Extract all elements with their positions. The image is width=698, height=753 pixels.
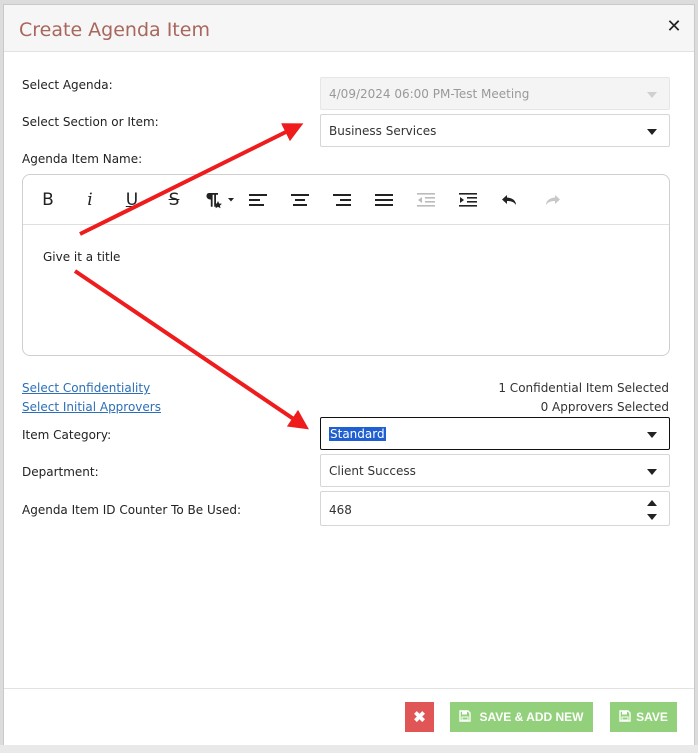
item-category-label: Item Category: bbox=[22, 428, 112, 442]
chevron-down-icon bbox=[647, 469, 657, 475]
justify-icon[interactable] bbox=[371, 187, 397, 213]
save-and-add-new-label: SAVE & ADD NEW bbox=[479, 710, 584, 724]
save-button[interactable]: SAVE bbox=[610, 702, 677, 732]
select-confidentiality-link[interactable]: Select Confidentiality bbox=[22, 381, 150, 395]
save-icon bbox=[459, 709, 472, 725]
dialog-title: Create Agenda Item bbox=[19, 19, 210, 41]
paragraph-format-icon[interactable] bbox=[201, 187, 237, 213]
background-strip bbox=[0, 745, 698, 753]
create-agenda-item-dialog: Create Agenda Item ✕ Select Agenda: 4/09… bbox=[3, 4, 695, 746]
item-category-dropdown[interactable]: Standard bbox=[320, 417, 670, 450]
italic-icon[interactable]: i bbox=[77, 187, 103, 213]
save-and-add-new-button[interactable]: SAVE & ADD NEW bbox=[450, 702, 593, 732]
increment-icon[interactable] bbox=[647, 500, 657, 506]
select-section-dropdown[interactable]: Business Services bbox=[320, 114, 670, 147]
align-left-icon[interactable] bbox=[245, 187, 271, 213]
select-agenda-value: 4/09/2024 06:00 PM-Test Meeting bbox=[329, 87, 530, 101]
select-agenda-label: Select Agenda: bbox=[22, 78, 113, 92]
department-dropdown[interactable]: Client Success bbox=[320, 454, 670, 487]
undo-icon[interactable] bbox=[497, 187, 523, 213]
dialog-header: Create Agenda Item ✕ bbox=[4, 5, 694, 52]
align-center-icon[interactable] bbox=[287, 187, 313, 213]
select-agenda-dropdown: 4/09/2024 06:00 PM-Test Meeting bbox=[320, 77, 670, 110]
indent-icon[interactable] bbox=[455, 187, 481, 213]
select-section-label: Select Section or Item: bbox=[22, 115, 159, 129]
bold-icon[interactable]: B bbox=[35, 187, 61, 213]
select-initial-approvers-link[interactable]: Select Initial Approvers bbox=[22, 400, 161, 414]
department-label: Department: bbox=[22, 465, 99, 479]
cancel-button[interactable]: ✖ bbox=[405, 702, 434, 732]
approvers-status: 0 Approvers Selected bbox=[540, 400, 669, 414]
chevron-down-icon bbox=[647, 92, 657, 98]
rich-text-editor: B i U S Give it a title bbox=[22, 174, 670, 356]
save-label: SAVE bbox=[636, 710, 668, 724]
confidential-status: 1 Confidential Item Selected bbox=[498, 381, 669, 395]
chevron-down-icon bbox=[647, 129, 657, 135]
close-icon[interactable]: ✕ bbox=[664, 17, 684, 37]
decrement-icon[interactable] bbox=[647, 514, 657, 520]
editor-toolbar: B i U S bbox=[23, 175, 669, 225]
save-icon bbox=[619, 709, 631, 725]
dialog-footer: ✖ SAVE & ADD NEW SAVE bbox=[4, 688, 694, 746]
select-section-value: Business Services bbox=[329, 124, 437, 138]
strikethrough-icon[interactable]: S bbox=[161, 187, 187, 213]
redo-icon[interactable] bbox=[539, 187, 565, 213]
editor-content[interactable]: Give it a title bbox=[43, 250, 120, 264]
chevron-down-icon bbox=[647, 432, 657, 438]
id-counter-value: 468 bbox=[329, 503, 352, 517]
agenda-item-name-label: Agenda Item Name: bbox=[22, 152, 143, 166]
department-value: Client Success bbox=[329, 464, 416, 478]
underline-icon[interactable]: U bbox=[119, 187, 145, 213]
outdent-icon[interactable] bbox=[413, 187, 439, 213]
item-category-value: Standard bbox=[329, 427, 386, 441]
id-counter-input[interactable]: 468 bbox=[320, 491, 670, 526]
align-right-icon[interactable] bbox=[329, 187, 355, 213]
id-counter-label: Agenda Item ID Counter To Be Used: bbox=[22, 503, 242, 517]
